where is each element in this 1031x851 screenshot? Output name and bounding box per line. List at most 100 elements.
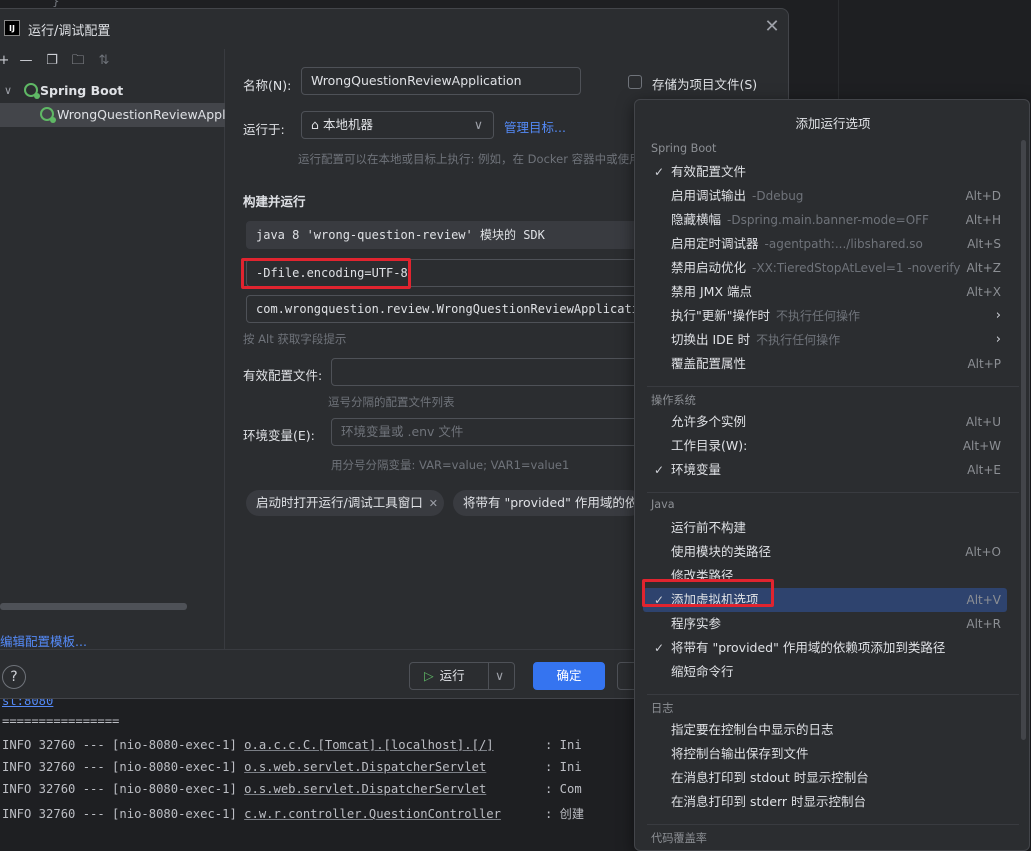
menu-group-header: 代码覆盖率 xyxy=(651,832,707,845)
sdk-select[interactable]: java 8 'wrong-question-review' 模块的 SDK xyxy=(246,221,646,249)
editor-brace: } xyxy=(52,0,60,8)
menu-item[interactable]: 隐藏横幅 -Dspring.main.banner-mode=OFF Alt+H xyxy=(643,208,1007,232)
ok-button[interactable]: 确定 xyxy=(533,662,605,690)
menu-item[interactable]: 运行前不构建 xyxy=(643,516,1007,540)
chevron-right-icon: › xyxy=(995,308,1001,323)
menu-item-shortcut: Alt+H xyxy=(965,213,1001,227)
tree-group-label: Spring Boot xyxy=(40,83,124,98)
menu-item[interactable]: 使用模块的类路径 Alt+O xyxy=(643,540,1007,564)
chip-label: 将带有 "provided" 作用域的依赖 xyxy=(463,495,643,510)
menu-item-hint: -Dspring.main.banner-mode=OFF xyxy=(727,213,929,227)
intellij-logo-icon: IJ xyxy=(4,20,20,36)
menu-item-shortcut: Alt+O xyxy=(965,545,1001,559)
menu-separator xyxy=(647,386,1019,387)
chevron-down-icon[interactable]: ∨ xyxy=(4,79,12,103)
menu-item[interactable]: 禁用 JMX 端点 Alt+X xyxy=(643,280,1007,304)
menu-item-label: 环境变量 xyxy=(671,462,722,477)
menu-item-shortcut: Alt+D xyxy=(965,189,1001,203)
menu-item-label: 覆盖配置属性 xyxy=(671,356,747,371)
tree-scrollbar[interactable] xyxy=(0,603,187,610)
menu-item-shortcut: Alt+U xyxy=(965,415,1001,429)
menu-item[interactable]: ✓ 将带有 "provided" 作用域的依赖项添加到类路径 xyxy=(643,636,1007,660)
console-line: INFO 32760 --- [nio-8080-exec-1] c.w.r.c… xyxy=(2,807,585,821)
menu-item-label: 有效配置文件 xyxy=(671,164,747,179)
profiles-field[interactable] xyxy=(331,358,651,386)
remove-icon[interactable]: — xyxy=(18,53,34,69)
menu-item-label: 禁用启动优化 xyxy=(671,260,747,275)
menu-item-hint: 不执行任何操作 xyxy=(756,333,841,347)
console-line: INFO 32760 --- [nio-8080-exec-1] o.a.c.c… xyxy=(2,738,582,752)
menu-item-label: 允许多个实例 xyxy=(671,414,747,429)
menu-item-label: 启用调试输出 xyxy=(671,188,747,203)
profiles-hint: 逗号分隔的配置文件列表 xyxy=(328,395,455,409)
chip-open-tool-window[interactable]: 启动时打开运行/调试工具窗口 ✕ xyxy=(246,490,444,516)
menu-item-label: 禁用 JMX 端点 xyxy=(671,284,752,299)
chip-label: 启动时打开运行/调试工具窗口 xyxy=(256,495,423,510)
name-label: 名称(N): xyxy=(243,78,292,93)
edit-templates-link[interactable]: 编辑配置模板... xyxy=(0,631,87,650)
menu-item[interactable]: 将控制台输出保存到文件 xyxy=(643,742,1007,766)
chevron-right-icon: › xyxy=(995,332,1001,347)
menu-separator xyxy=(647,824,1019,825)
store-as-project-checkbox[interactable] xyxy=(628,75,642,89)
menu-item-shortcut: Alt+V xyxy=(966,593,1001,607)
menu-item-label: 运行前不构建 xyxy=(671,520,747,535)
name-field[interactable]: WrongQuestionReviewApplication xyxy=(301,67,581,95)
menu-item-shortcut: Alt+X xyxy=(966,285,1001,299)
menu-item[interactable]: 在消息打印到 stderr 时显示控制台 xyxy=(643,790,1007,814)
close-icon[interactable]: ✕ xyxy=(762,17,782,37)
menu-item-hint: -Ddebug xyxy=(752,189,804,203)
menu-item-label: 使用模块的类路径 xyxy=(671,544,772,559)
menu-item-shortcut: Alt+W xyxy=(962,439,1001,453)
help-button[interactable]: ? xyxy=(2,665,26,689)
popup-scrollbar[interactable] xyxy=(1021,140,1026,740)
menu-item[interactable]: 启用调试输出 -Ddebug Alt+D xyxy=(643,184,1007,208)
sort-icon[interactable]: ⇅ xyxy=(96,53,112,69)
menu-item-label: 缩短命令行 xyxy=(671,664,734,679)
chevron-down-icon: ∨ xyxy=(473,117,483,132)
env-field[interactable]: 环境变量或 .env 文件 xyxy=(331,418,651,446)
env-hint: 用分号分隔变量: VAR=value; VAR1=value1 xyxy=(331,458,570,472)
run-on-hint: 运行配置可以在本地或目标上执行: 例如，在 Docker 容器中或使用 SS xyxy=(298,152,659,166)
spring-boot-icon xyxy=(24,83,40,99)
menu-group-header: Spring Boot xyxy=(651,142,717,155)
add-icon[interactable]: + xyxy=(0,53,12,69)
popup-title: 添加运行选项 xyxy=(795,116,871,131)
menu-item[interactable]: 缩短命令行 xyxy=(643,660,1007,684)
new-folder-icon[interactable]: 🗀 xyxy=(70,53,86,69)
menu-item[interactable]: 工作目录(W): Alt+W xyxy=(643,434,1007,458)
menu-item-shortcut: Alt+R xyxy=(966,617,1001,631)
menu-item[interactable]: 启用定时调试器 -agentpath:.../libshared.so Alt+S xyxy=(643,232,1007,256)
chevron-down-icon[interactable]: ∨ xyxy=(495,663,504,689)
tree-item-label: WrongQuestionReviewApplication xyxy=(57,107,225,122)
menu-item[interactable]: 禁用启动优化 -XX:TieredStopAtLevel=1 -noverify A… xyxy=(643,256,1007,280)
checkmark-icon: ✓ xyxy=(654,463,665,477)
tree-item-config[interactable]: WrongQuestionReviewApplication xyxy=(0,103,225,127)
copy-icon[interactable]: ❐ xyxy=(44,53,60,69)
main-class-field[interactable]: com.wrongquestion.review.WrongQuestionRe… xyxy=(246,295,646,323)
menu-item-shortcut: Alt+P xyxy=(967,357,1001,371)
close-icon[interactable]: ✕ xyxy=(429,497,438,510)
menu-item[interactable]: 覆盖配置属性 Alt+P xyxy=(643,352,1007,376)
menu-item[interactable]: 执行"更新"操作时 不执行任何操作 › xyxy=(643,304,1007,328)
menu-item[interactable]: ✓ 环境变量 Alt+E xyxy=(643,458,1007,482)
checkmark-icon: ✓ xyxy=(654,165,665,179)
menu-item[interactable]: ✓ 有效配置文件 xyxy=(643,160,1007,184)
menu-item[interactable]: 程序实参 Alt+R xyxy=(643,612,1007,636)
menu-item[interactable]: 指定要在控制台中显示的日志 xyxy=(643,718,1007,742)
manage-targets-link[interactable]: 管理目标... xyxy=(504,117,566,136)
run-button[interactable]: ▷ 运行 ∨ xyxy=(409,662,515,690)
menu-item[interactable]: 切换出 IDE 时不执行任何操作 › xyxy=(643,328,1007,352)
run-console: st:8080 ================ INFO 32760 --- … xyxy=(0,694,640,851)
menu-item-hint: -XX:TieredStopAtLevel=1 -noverify xyxy=(752,261,961,275)
menu-item-label: 程序实参 xyxy=(671,616,722,631)
run-icon: ▷ xyxy=(424,668,434,683)
menu-item[interactable]: 在消息打印到 stdout 时显示控制台 xyxy=(643,766,1007,790)
tree-group-spring-boot[interactable]: ∨ Spring Boot xyxy=(0,79,225,103)
menu-item-label: 切换出 IDE 时 xyxy=(671,332,751,347)
menu-item-label: 隐藏横幅 xyxy=(671,212,722,227)
build-run-header: 构建并运行 xyxy=(243,194,306,209)
menu-item[interactable]: 允许多个实例 Alt+U xyxy=(643,410,1007,434)
chip-provided-scope[interactable]: 将带有 "provided" 作用域的依赖 xyxy=(453,490,643,516)
run-on-select[interactable]: ⌂ 本地机器 ∨ xyxy=(301,111,494,139)
